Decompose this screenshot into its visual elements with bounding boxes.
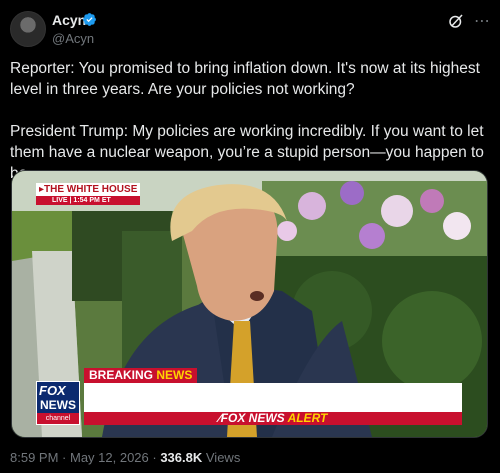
author-handle[interactable]: @Acyn [52,31,94,46]
breaking-news-banner: BREAKING NEWS [84,368,198,383]
chyron: ▸THE WHITE HOUSE LIVE | 1:54 PM ET [36,183,140,205]
chyron-location: ▸THE WHITE HOUSE [36,183,140,196]
more-icon[interactable]: ⋯ [474,11,491,31]
breaking-word: BREAKING [89,368,154,382]
alert-word: ALERT [287,411,328,425]
tweet-date[interactable]: May 12, 2026 [70,450,149,465]
tweet-card: Acyn @Acyn ⋯ Reporter: You promised to b… [0,0,500,473]
tweet-paragraph-1: Reporter: You promised to bring inflatio… [10,60,480,98]
logo-news: NEWS [40,398,76,412]
views-label: Views [205,450,241,465]
tweet-time[interactable]: 8:59 PM [10,450,58,465]
views-count: 336.8K [160,450,203,465]
avatar[interactable] [10,11,46,47]
news-word: NEWS [156,368,193,382]
live-time: 1:54 PM ET [73,197,111,204]
chyron-location-text: THE WHITE HOUSE [44,184,138,195]
alert-brand: FOX NEWS [220,411,285,425]
tweet-video[interactable]: ▸THE WHITE HOUSE LIVE | 1:54 PM ET BREAK… [11,170,488,438]
live-label: LIVE [52,197,68,204]
tweet-meta: 8:59 PM · May 12, 2026 · 336.8K Views [10,450,241,465]
tweet-text: Reporter: You promised to bring inflatio… [10,58,495,184]
lower-third [84,383,462,412]
logo-fox: FOX [39,383,66,398]
fox-news-logo: FOX NEWS channel [36,381,80,425]
logo-channel: channel [37,413,79,424]
grok-icon[interactable] [447,12,465,30]
chyron-live-bar: LIVE | 1:54 PM ET [36,196,140,205]
fox-news-alert-bar: ⁄FOX NEWS ALERT [84,412,462,425]
verified-badge-icon [83,13,96,26]
